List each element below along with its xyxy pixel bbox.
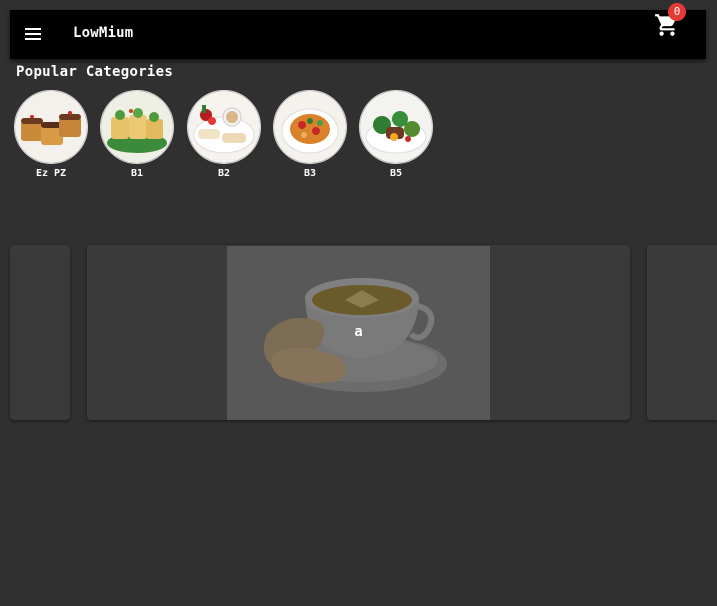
carousel-slide-previous[interactable] (10, 245, 70, 420)
category-thumbnail (273, 90, 347, 164)
category-label: B3 (303, 168, 317, 179)
category-thumbnail (100, 90, 174, 164)
cart-count-badge: 0 (668, 3, 686, 21)
category-label: B2 (217, 168, 231, 179)
category-item-b5[interactable]: B5 (359, 90, 433, 179)
category-thumbnail (359, 90, 433, 164)
category-thumbnail (14, 90, 88, 164)
carousel-slide-next[interactable] (647, 245, 717, 420)
category-thumbnail (187, 90, 261, 164)
category-item-b2[interactable]: B2 (187, 90, 261, 179)
category-item-b3[interactable]: B3 (273, 90, 347, 179)
category-item-b1[interactable]: B1 (100, 90, 174, 179)
menu-icon-line (25, 33, 41, 35)
category-label: B1 (130, 168, 144, 179)
category-label: B5 (389, 168, 403, 179)
menu-button[interactable] (22, 22, 46, 46)
app-bar: LowMium (10, 10, 706, 59)
category-label: Ez PZ (35, 168, 67, 179)
app-title: LowMium (73, 25, 134, 41)
category-item-ez-pz[interactable]: Ez PZ (14, 90, 88, 179)
menu-icon-line (25, 38, 41, 40)
slide-caption: a (354, 324, 363, 340)
menu-icon (25, 28, 41, 30)
section-title-popular-categories: Popular Categories (16, 64, 174, 80)
